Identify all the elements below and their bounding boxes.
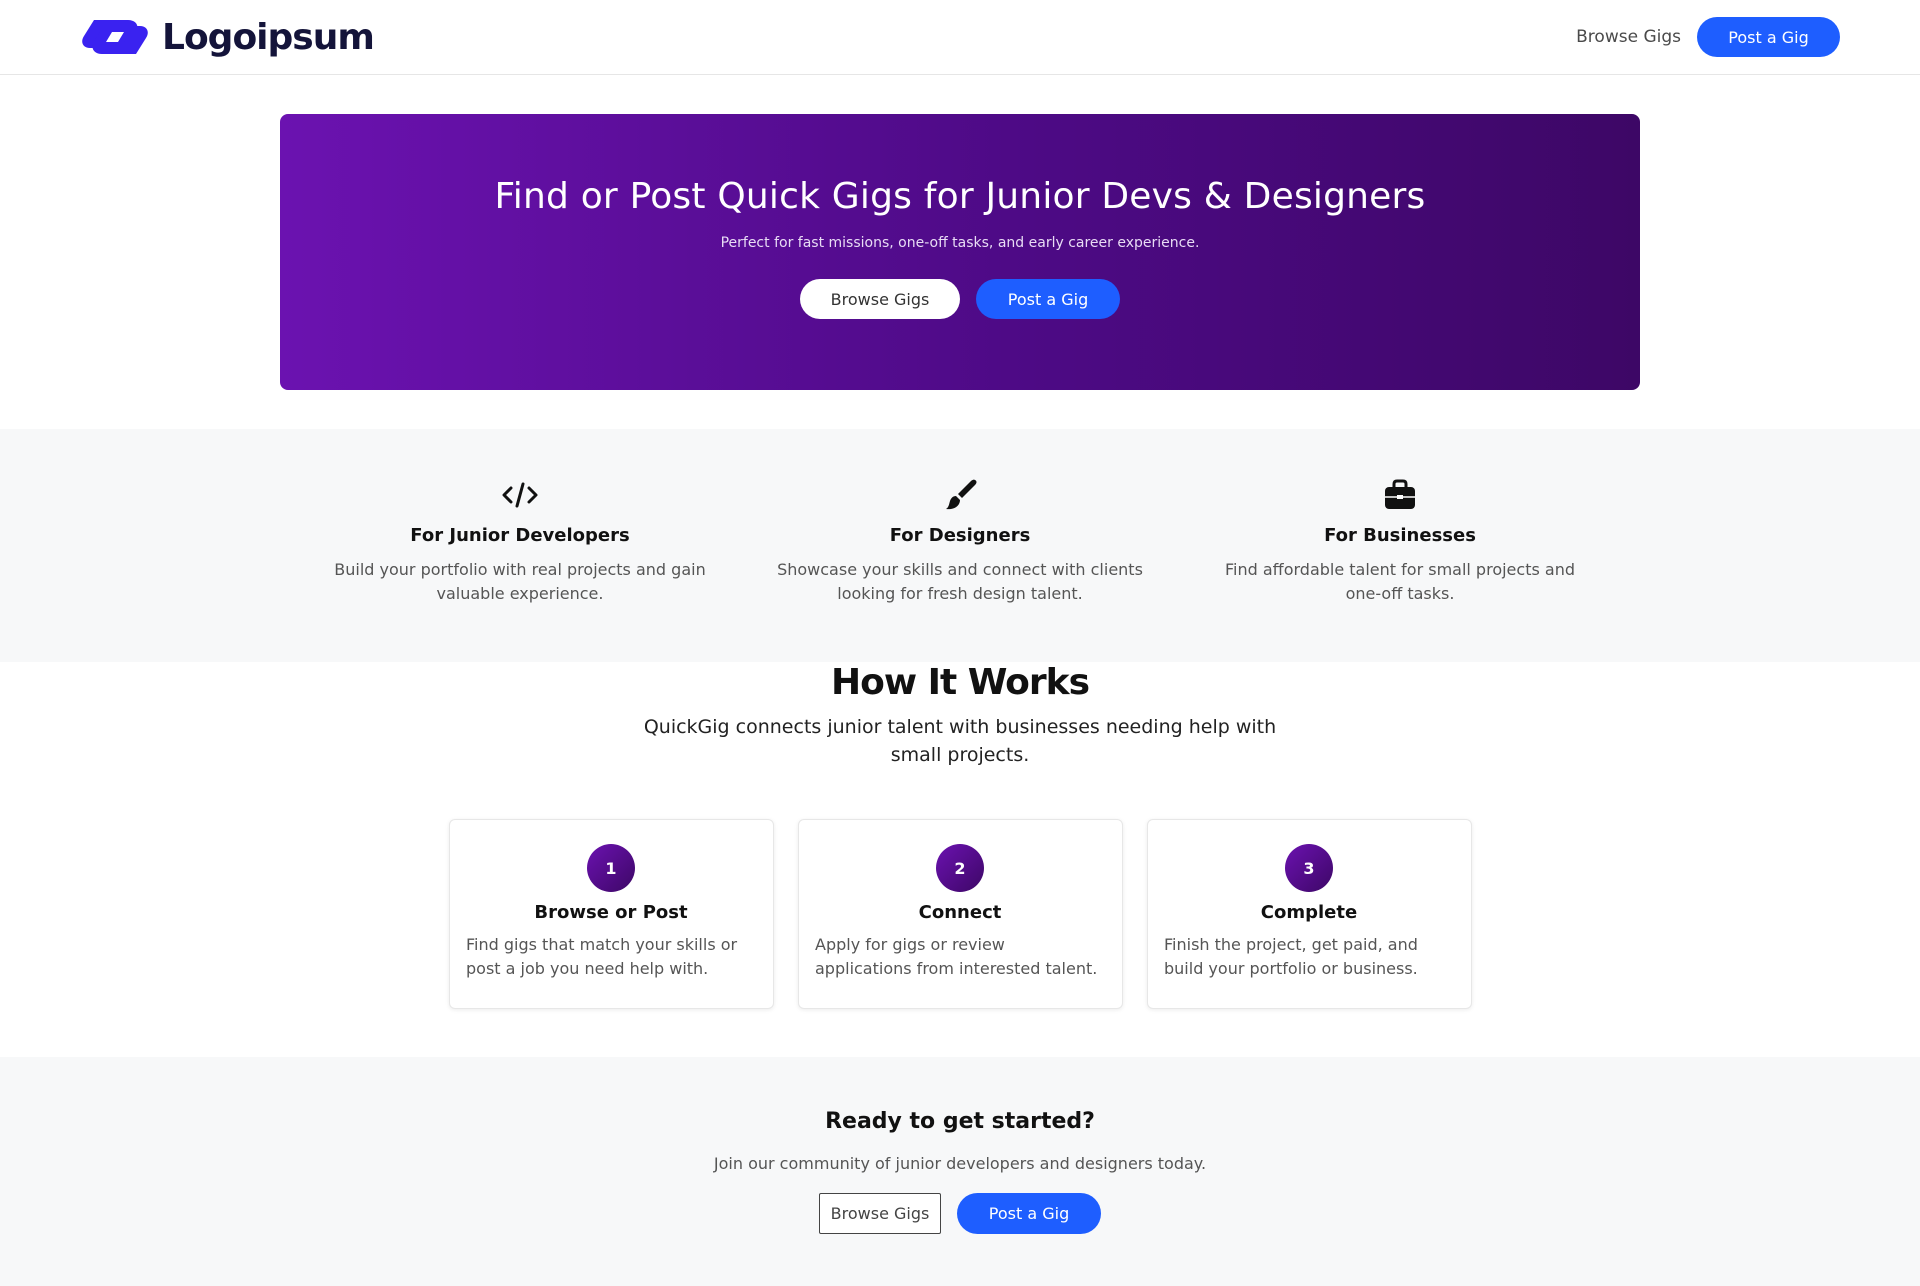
- step-number-badge: 3: [1285, 844, 1333, 892]
- how-subtitle: QuickGig connects junior talent with bus…: [643, 716, 1277, 766]
- audience-card-businesses: For Businesses Find affordable talent fo…: [1195, 477, 1605, 662]
- cta-title: Ready to get started?: [825, 1109, 1095, 1134]
- step-desc: Find gigs that match your skills or post…: [466, 935, 738, 978]
- code-icon: [500, 477, 540, 513]
- how-it-works-section: How It Works QuickGig connects junior ta…: [0, 662, 1920, 1009]
- audience-title: For Junior Developers: [410, 525, 630, 546]
- hero-buttons: Browse Gigs Post a Gig: [800, 279, 1120, 319]
- nav-actions: Browse Gigs Post a Gig: [1576, 17, 1840, 57]
- paintbrush-icon: [940, 477, 980, 513]
- step-desc: Finish the project, get paid, and build …: [1164, 935, 1418, 978]
- step-title: Connect: [918, 902, 1002, 923]
- step-number-badge: 2: [936, 844, 984, 892]
- logo-text: Logoipsum: [162, 16, 375, 58]
- step-card: 3 Complete Finish the project, get paid,…: [1146, 819, 1472, 1009]
- logo-mark-icon: [82, 20, 148, 54]
- audience-desc: Find affordable talent for small project…: [1225, 560, 1575, 603]
- step-card: 1 Browse or Post Find gigs that match yo…: [448, 819, 774, 1009]
- hero-post-gig-button[interactable]: Post a Gig: [976, 279, 1120, 319]
- audience-title: For Designers: [889, 525, 1031, 546]
- audience-desc: Showcase your skills and connect with cl…: [777, 560, 1143, 603]
- steps-list: 1 Browse or Post Find gigs that match yo…: [448, 819, 1472, 1009]
- cta-section: Ready to get started? Join our community…: [0, 1057, 1920, 1286]
- navbar: Logoipsum Browse Gigs Post a Gig: [0, 0, 1920, 75]
- cta-post-gig-button[interactable]: Post a Gig: [957, 1193, 1101, 1234]
- nav-post-gig-button[interactable]: Post a Gig: [1697, 17, 1840, 57]
- audience-title: For Businesses: [1324, 525, 1476, 546]
- hero-section: Find or Post Quick Gigs for Junior Devs …: [0, 75, 1920, 390]
- audience-card-designers: For Designers Showcase your skills and c…: [755, 477, 1165, 662]
- cta-subtitle: Join our community of junior developers …: [713, 1154, 1207, 1173]
- hero-banner: Find or Post Quick Gigs for Junior Devs …: [280, 114, 1640, 390]
- cta-buttons: Browse Gigs Post a Gig: [819, 1193, 1101, 1234]
- cta-browse-gigs-button[interactable]: Browse Gigs: [819, 1193, 941, 1234]
- audience-desc: Build your portfolio with real projects …: [334, 560, 706, 603]
- audience-card-developers: For Junior Developers Build your portfol…: [315, 477, 725, 662]
- how-title: How It Works: [830, 662, 1090, 703]
- hero-subtitle: Perfect for fast missions, one-off tasks…: [720, 235, 1200, 251]
- step-title: Browse or Post: [534, 902, 688, 923]
- hero-title: Find or Post Quick Gigs for Junior Devs …: [494, 176, 1426, 217]
- step-title: Complete: [1260, 902, 1358, 923]
- hero-browse-gigs-button[interactable]: Browse Gigs: [800, 279, 960, 319]
- step-number-badge: 1: [587, 844, 635, 892]
- briefcase-icon: [1380, 477, 1420, 513]
- step-desc: Apply for gigs or review applications fr…: [815, 935, 1098, 978]
- logo[interactable]: Logoipsum: [80, 16, 375, 58]
- audience-section: For Junior Developers Build your portfol…: [0, 429, 1920, 662]
- nav-browse-gigs-link[interactable]: Browse Gigs: [1576, 27, 1681, 47]
- step-card: 2 Connect Apply for gigs or review appli…: [797, 819, 1123, 1009]
